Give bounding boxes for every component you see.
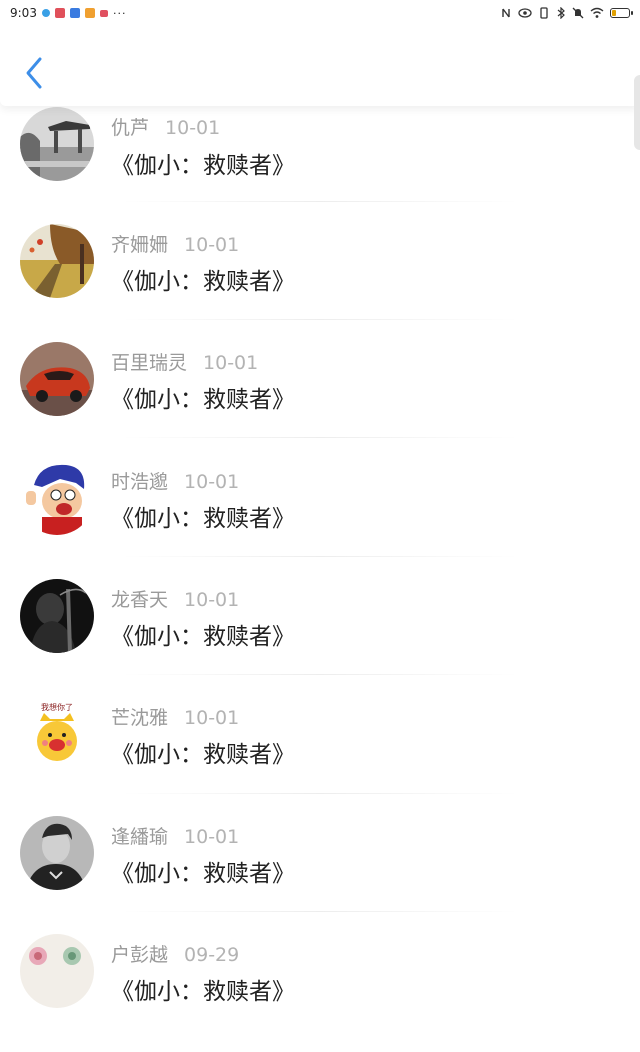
book-title: 《伽小：救赎者》 — [111, 506, 295, 532]
status-left: 9:03 ··· — [10, 6, 126, 20]
list-item[interactable]: 户彭越 09-29 《伽小：救赎者》 — [0, 934, 640, 1052]
vibrate-icon — [540, 7, 548, 19]
post-date: 10-01 — [184, 707, 240, 729]
app-notification-icon — [99, 9, 108, 17]
divider — [120, 201, 520, 202]
post-date: 10-01 — [184, 234, 240, 256]
list-item[interactable]: 齐姍姍 10-01 《伽小：救赎者》 — [0, 224, 640, 342]
app-notification-icon — [41, 9, 50, 17]
back-button[interactable] — [22, 56, 48, 90]
user-name: 户彭越 09-29 — [111, 944, 240, 966]
user-name: 龙香天 10-01 — [111, 589, 240, 611]
avatar — [20, 107, 94, 181]
sticker-text: 我想你了 — [41, 702, 73, 712]
battery-icon — [610, 8, 633, 18]
app-notification-icon — [69, 8, 80, 18]
wifi-icon — [590, 7, 604, 18]
post-date: 09-29 — [184, 944, 240, 966]
bluetooth-icon — [557, 7, 565, 19]
chevron-left-icon — [26, 57, 42, 89]
avatar — [20, 579, 94, 653]
user-name: 齐姍姍 10-01 — [111, 234, 240, 256]
avatar — [20, 934, 94, 1008]
divider — [120, 319, 520, 320]
post-date: 10-01 — [184, 589, 240, 611]
avatar — [20, 342, 94, 416]
app-notification-icon — [84, 8, 95, 18]
more-notifications-icon: ··· — [112, 6, 127, 20]
list-item[interactable]: 我想你了 芒沈雅 10-01 《伽小：救赎者》 — [0, 697, 640, 815]
book-title: 《伽小：救赎者》 — [111, 269, 295, 295]
list-item[interactable]: 时浩邈 10-01 《伽小：救赎者》 — [0, 461, 640, 579]
avatar: 我想你了 — [20, 697, 94, 771]
post-date: 10-01 — [184, 471, 240, 493]
app-notification-icon — [54, 8, 65, 18]
avatar — [20, 224, 94, 298]
post-date: 10-01 — [184, 826, 240, 848]
book-title: 《伽小：救赎者》 — [111, 387, 295, 413]
side-edge-handle[interactable] — [634, 75, 640, 150]
divider — [120, 437, 520, 438]
avatar — [20, 461, 94, 535]
status-right — [500, 7, 633, 19]
divider — [120, 793, 520, 794]
user-name: 仇芦 10-01 — [111, 117, 221, 139]
list-item[interactable]: 龙香天 10-01 《伽小：救赎者》 — [0, 579, 640, 697]
divider — [120, 556, 520, 557]
list-item[interactable]: 逢繙瑜 10-01 《伽小：救赎者》 — [0, 816, 640, 934]
post-date: 10-01 — [165, 117, 221, 139]
user-name: 逢繙瑜 10-01 — [111, 826, 240, 848]
top-bar — [0, 26, 640, 106]
user-name: 芒沈雅 10-01 — [111, 707, 240, 729]
book-title: 《伽小：救赎者》 — [111, 979, 295, 1005]
book-title: 《伽小：救赎者》 — [111, 624, 295, 650]
divider — [120, 911, 520, 912]
divider — [120, 674, 520, 675]
user-name: 时浩邈 10-01 — [111, 471, 240, 493]
user-name: 百里瑞灵 10-01 — [111, 352, 259, 374]
mute-icon — [572, 7, 584, 19]
list-item[interactable]: 百里瑞灵 10-01 《伽小：救赎者》 — [0, 342, 640, 460]
status-time: 9:03 — [10, 6, 37, 20]
list-item[interactable]: 仇芦 10-01 《伽小：救赎者》 — [0, 106, 640, 224]
book-title: 《伽小：救赎者》 — [111, 153, 295, 179]
book-title: 《伽小：救赎者》 — [111, 742, 295, 768]
avatar — [20, 816, 94, 890]
eye-icon — [518, 8, 532, 18]
post-date: 10-01 — [203, 352, 259, 374]
status-bar: 9:03 ··· — [0, 0, 640, 26]
nfc-icon — [502, 8, 510, 18]
book-title: 《伽小：救赎者》 — [111, 861, 295, 887]
